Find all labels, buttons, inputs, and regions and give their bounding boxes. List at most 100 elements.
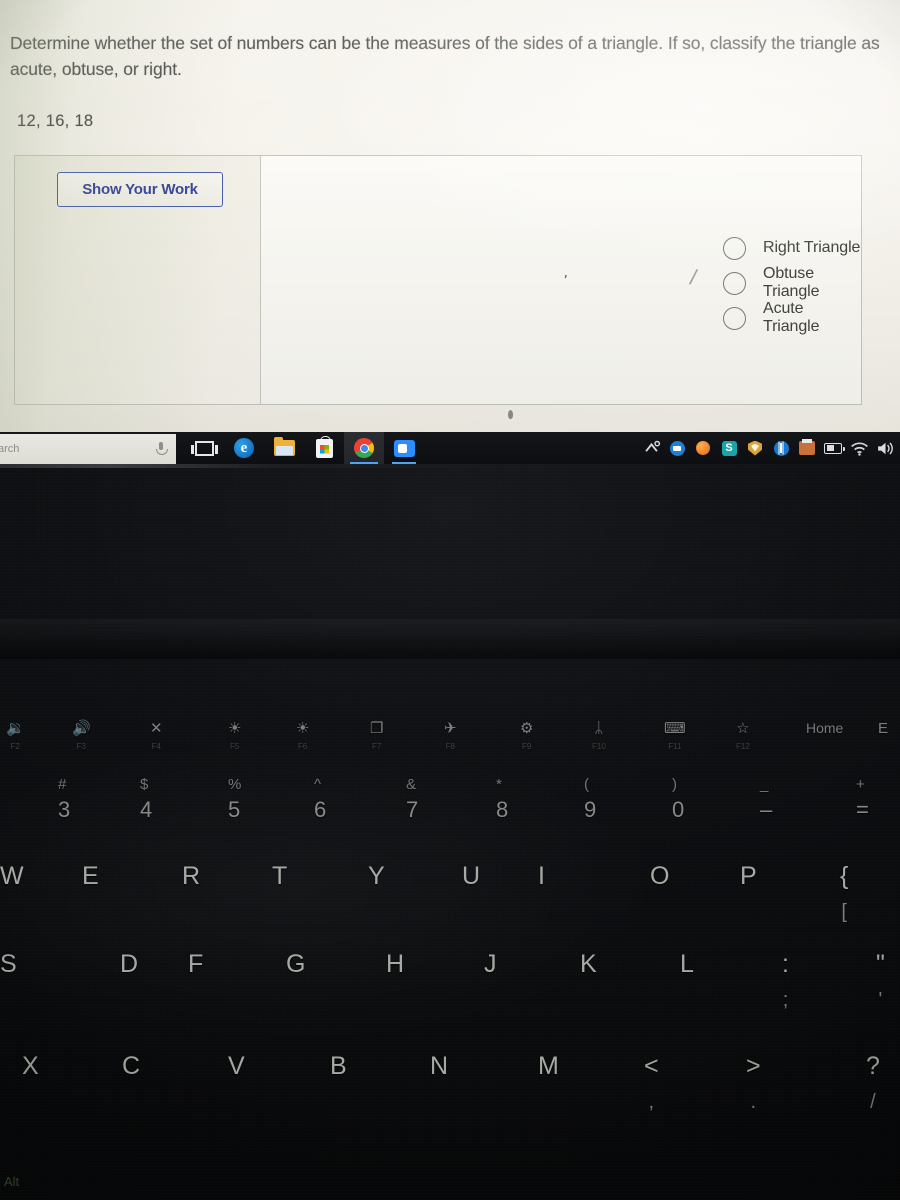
blue-app-button[interactable] (664, 432, 690, 464)
edge-button[interactable] (224, 432, 264, 464)
key->[interactable]: >. (746, 1052, 761, 1114)
key-e[interactable]: E (82, 862, 99, 891)
work-area-pane: Show Your Work (15, 156, 261, 404)
key-{[interactable]: {[ (840, 862, 848, 924)
key-alt-glyph: ; (782, 989, 789, 1011)
key-r[interactable]: R (182, 862, 200, 891)
microsoft-store-button[interactable] (304, 432, 344, 464)
key-i[interactable]: I (538, 862, 545, 891)
key-o[interactable]: O (650, 862, 669, 891)
key-base-glyph: 4 (140, 797, 153, 822)
volume-up-icon[interactable]: 🔊 F3 (72, 720, 91, 768)
key-6[interactable]: ^ 6 (314, 776, 326, 838)
orange-app-icon (696, 441, 710, 455)
show-your-work-button[interactable]: Show Your Work (57, 172, 223, 207)
option-right-triangle[interactable]: Right Triangle (723, 231, 861, 265)
alt-key[interactable]: Alt (4, 1174, 19, 1189)
task-view-button[interactable] (184, 432, 224, 464)
key-=[interactable]: + = (856, 776, 869, 838)
option-acute-triangle[interactable]: Acute Triangle (723, 300, 861, 335)
key-base-glyph: V (228, 1052, 245, 1080)
key-"[interactable]: " ' (876, 950, 885, 1012)
key-v[interactable]: V (228, 1052, 245, 1081)
key-9[interactable]: (9 (584, 776, 596, 838)
favorites-star-icon[interactable]: ☆ F12 (736, 720, 750, 768)
key-t[interactable]: T (272, 862, 287, 891)
chrome-button[interactable] (344, 432, 384, 464)
volume-down-icon[interactable]: 🔉 F2 (6, 720, 25, 768)
network-button[interactable] (846, 432, 872, 464)
zoom-button[interactable] (384, 432, 424, 464)
file-explorer-button[interactable] (264, 432, 304, 464)
fn-label: F6 (298, 742, 308, 751)
radio-right-triangle[interactable] (723, 236, 746, 260)
key-?[interactable]: ? / (866, 1052, 880, 1114)
key-m[interactable]: M (538, 1052, 559, 1081)
volume-icon (877, 442, 893, 454)
key-g[interactable]: G (286, 950, 305, 979)
key-shift-glyph: ^ (314, 776, 322, 793)
show-hidden-icons-button[interactable] (638, 432, 664, 464)
radio-acute-triangle[interactable] (723, 306, 746, 330)
key-<[interactable]: <, (644, 1052, 659, 1114)
key-0[interactable]: ) 0 (672, 776, 684, 838)
taskbar-search-box[interactable]: arch (0, 433, 176, 464)
answer-panel: Show Your Work Right Triangle Obtuse Tri… (14, 155, 862, 405)
key-alt-glyph: / (870, 1091, 876, 1113)
key-shift-glyph: # (58, 776, 67, 793)
key-n[interactable]: N (430, 1052, 448, 1081)
microphone-icon[interactable] (154, 441, 168, 457)
key-base-glyph: H (386, 950, 405, 978)
mute-icon[interactable]: ✕ F4 (150, 720, 163, 768)
option-obtuse-triangle[interactable]: Obtuse Triangle (723, 265, 861, 300)
search-input[interactable]: arch (0, 443, 19, 455)
end-key[interactable]: E (878, 720, 888, 768)
fn-label: F2 (10, 742, 21, 751)
key-f[interactable]: F (188, 950, 203, 979)
key-j[interactable]: J (484, 950, 497, 979)
volume-button[interactable] (872, 432, 898, 464)
brightness-down-icon[interactable]: ☀ F5 (228, 720, 241, 768)
key-5[interactable]: % 5 (228, 776, 241, 838)
key-4[interactable]: $4 (140, 776, 152, 838)
key-k[interactable]: K (580, 950, 597, 979)
key-u[interactable]: U (462, 862, 480, 891)
keyboard-backlight-icon[interactable]: ⌨ F11 (664, 720, 686, 768)
key-x[interactable]: X (22, 1052, 39, 1081)
battery-button[interactable] (820, 432, 846, 464)
airplane-mode-icon[interactable]: ✈ F8 (444, 720, 457, 768)
printer-button[interactable] (794, 432, 820, 464)
key-l[interactable]: L (680, 950, 694, 979)
settings-gear-icon[interactable]: ⚙ F9 (520, 720, 533, 768)
security-button[interactable] (742, 432, 768, 464)
home-key[interactable]: Home (806, 720, 843, 768)
key-7[interactable]: & 7 (406, 776, 418, 838)
radio-obtuse-triangle[interactable] (723, 271, 746, 295)
key-b[interactable]: B (330, 1052, 347, 1081)
key-y[interactable]: Y (368, 862, 385, 891)
bluetooth-button[interactable] (768, 432, 794, 464)
edge-icon (234, 438, 254, 458)
key-p[interactable]: P (740, 862, 757, 891)
key-s[interactable]: S (0, 950, 17, 979)
settings-gear-icon-glyph: ⚙ (520, 720, 534, 737)
key-base-glyph: C (122, 1052, 141, 1080)
key-base-glyph: F (188, 950, 204, 978)
key-8[interactable]: * 8 (496, 776, 508, 838)
teal-s-button[interactable] (716, 432, 742, 464)
brightness-up-icon[interactable]: ☀ F6 (296, 720, 309, 768)
key-:[interactable]: :; (782, 950, 789, 1012)
key-base-glyph: : (782, 950, 789, 978)
key-w[interactable]: W (0, 862, 24, 891)
laptop-deck: 🔉 F2 🔊 F3 ✕ F4 ☀ F5 ☀ F6 ❐ F7 ✈ F8 ⚙ F9 ᛦ F10 ⌨ F11 ☆ F12 Home… (0, 464, 900, 1200)
key-c[interactable]: C (122, 1052, 140, 1081)
bluetooth-icon[interactable]: ᛦ F10 (592, 720, 606, 768)
display-switch-icon-glyph: ❐ (370, 720, 384, 737)
key-3[interactable]: #3 (58, 776, 70, 838)
orange-app-button[interactable] (690, 432, 716, 464)
display-switch-icon[interactable]: ❐ F7 (370, 720, 383, 768)
key-d[interactable]: D (120, 950, 138, 979)
key-h[interactable]: H (386, 950, 404, 979)
key-–[interactable]: _ – (760, 776, 772, 838)
key-base-glyph: L (680, 950, 694, 978)
